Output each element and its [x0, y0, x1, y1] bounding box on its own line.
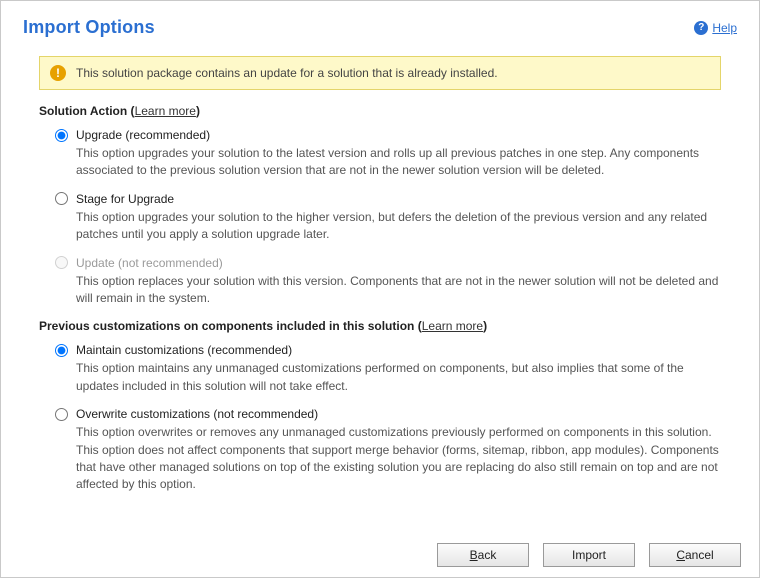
option-desc: This option upgrades your solution to th… — [76, 145, 721, 180]
radio-stage[interactable] — [55, 192, 68, 205]
option-desc: This option upgrades your solution to th… — [76, 209, 721, 244]
option-upgrade: Upgrade (recommended) This option upgrad… — [55, 128, 721, 180]
solution-action-options: Upgrade (recommended) This option upgrad… — [55, 128, 721, 307]
dialog-content: Solution Action (Learn more) Upgrade (re… — [23, 104, 737, 494]
info-banner: ! This solution package contains an upda… — [39, 56, 721, 90]
option-overwrite: Overwrite customizations (not recommende… — [55, 407, 721, 494]
option-stage: Stage for Upgrade This option upgrades y… — [55, 192, 721, 244]
option-label: Stage for Upgrade — [76, 192, 174, 206]
option-label: Upgrade (recommended) — [76, 128, 210, 142]
option-label: Update (not recommended) — [76, 256, 223, 270]
btn-rest: ancel — [685, 548, 714, 562]
radio-update — [55, 256, 68, 269]
option-label: Overwrite customizations (not recommende… — [76, 407, 318, 421]
customizations-heading: Previous customizations on components in… — [39, 319, 721, 333]
option-desc: This option overwrites or removes any un… — [76, 424, 721, 494]
back-button[interactable]: Back — [437, 543, 529, 567]
section-title-text: Solution Action — [39, 104, 127, 118]
option-update: Update (not recommended) This option rep… — [55, 256, 721, 308]
option-maintain: Maintain customizations (recommended) Th… — [55, 343, 721, 395]
cancel-button[interactable]: Cancel — [649, 543, 741, 567]
btn-text: Import — [572, 548, 606, 562]
solution-action-learn-more-link[interactable]: Learn more — [135, 104, 196, 118]
page-title: Import Options — [23, 17, 155, 38]
help-icon: ? — [694, 21, 708, 35]
solution-action-heading: Solution Action (Learn more) — [39, 104, 721, 118]
option-upgrade-row[interactable]: Upgrade (recommended) — [55, 128, 721, 142]
option-update-row: Update (not recommended) — [55, 256, 721, 270]
radio-overwrite[interactable] — [55, 408, 68, 421]
import-button[interactable]: Import — [543, 543, 635, 567]
option-maintain-row[interactable]: Maintain customizations (recommended) — [55, 343, 721, 357]
dialog-header: Import Options ? Help — [23, 17, 737, 38]
option-overwrite-row[interactable]: Overwrite customizations (not recommende… — [55, 407, 721, 421]
radio-upgrade[interactable] — [55, 129, 68, 142]
radio-maintain[interactable] — [55, 344, 68, 357]
btn-rest: ack — [478, 548, 497, 562]
customizations-options: Maintain customizations (recommended) Th… — [55, 343, 721, 493]
option-label: Maintain customizations (recommended) — [76, 343, 292, 357]
import-options-dialog: Import Options ? Help ! This solution pa… — [0, 0, 760, 578]
option-desc: This option maintains any unmanaged cust… — [76, 360, 721, 395]
help-control: ? Help — [694, 21, 737, 35]
dialog-footer: Back Import Cancel — [437, 543, 741, 567]
option-stage-row[interactable]: Stage for Upgrade — [55, 192, 721, 206]
banner-text: This solution package contains an update… — [76, 66, 498, 80]
help-link[interactable]: Help — [712, 21, 737, 35]
section-title-text: Previous customizations on components in… — [39, 319, 414, 333]
option-desc: This option replaces your solution with … — [76, 273, 721, 308]
warning-icon: ! — [50, 65, 66, 81]
customizations-learn-more-link[interactable]: Learn more — [422, 319, 483, 333]
